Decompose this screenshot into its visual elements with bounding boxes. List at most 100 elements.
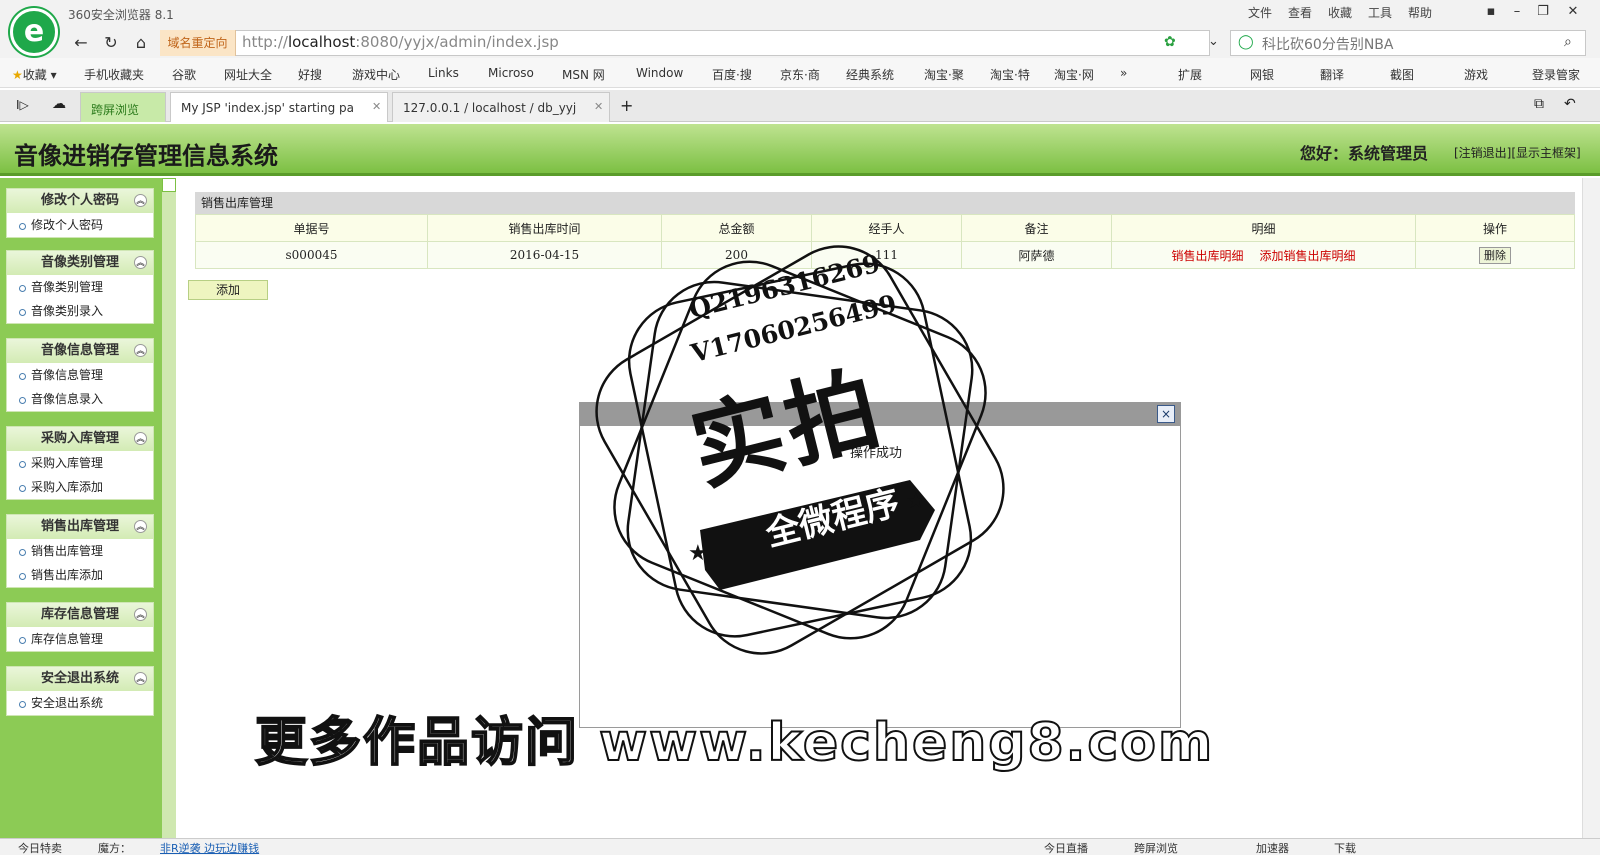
- show-frame-link[interactable]: [显示主框架]: [1511, 146, 1580, 160]
- detail-link[interactable]: 销售出库明细: [1171, 249, 1243, 263]
- sidebar-group-header[interactable]: 销售出库管理 ︽: [7, 515, 153, 539]
- tab-phpmyadmin[interactable]: 127.0.0.1 / localhost / db_yyj: [392, 92, 610, 122]
- bank-button[interactable]: 网银: [1250, 66, 1274, 83]
- search-icon[interactable]: ⌕: [1564, 34, 1572, 50]
- bookmark-1[interactable]: 手机收藏夹: [84, 66, 144, 83]
- redirect-badge[interactable]: 域名重定向: [160, 30, 236, 56]
- tab-close-icon[interactable]: ✕: [594, 100, 603, 113]
- collapse-icon[interactable]: ︽: [134, 256, 147, 269]
- menu-tools[interactable]: 工具: [1368, 4, 1392, 21]
- menu-favorites[interactable]: 收藏: [1328, 4, 1352, 21]
- sidebar-item[interactable]: 采购入库添加: [7, 475, 153, 499]
- translate-button[interactable]: 翻译: [1320, 66, 1344, 83]
- url-text[interactable]: http://localhost:8080/yyjx/admin/index.j…: [242, 33, 559, 51]
- group-title: 采购入库管理: [40, 431, 119, 446]
- undo-close-icon[interactable]: ↶: [1564, 96, 1576, 112]
- sidebar-item[interactable]: 采购入库管理: [7, 451, 153, 475]
- search-engine-icon[interactable]: ◯: [1238, 34, 1254, 50]
- status-accelerator[interactable]: 加速器: [1256, 840, 1289, 856]
- collapse-icon[interactable]: ︽: [134, 432, 147, 445]
- new-tab-icon[interactable]: +: [620, 96, 633, 115]
- status-daily-deal[interactable]: 今日特卖: [18, 840, 62, 856]
- status-download[interactable]: 下载: [1334, 840, 1356, 856]
- bookmark-star[interactable]: ★收藏 ▾: [12, 66, 57, 83]
- sidebar-item[interactable]: 销售出库管理: [7, 539, 153, 563]
- tab-jsp-index[interactable]: My JSP 'index.jsp' starting pa: [170, 92, 388, 122]
- sidebar-item[interactable]: 音像类别录入: [7, 299, 153, 323]
- sidebar-group-header[interactable]: 采购入库管理 ︽: [7, 427, 153, 451]
- bookmark-9[interactable]: Window: [636, 66, 683, 80]
- menu-view[interactable]: 查看: [1288, 4, 1312, 21]
- bookmark-6[interactable]: Links: [428, 66, 459, 80]
- frame-splitter[interactable]: [162, 178, 176, 838]
- sidebar-group-exit: 安全退出系统 ︽ 安全退出系统: [6, 666, 154, 716]
- logout-link[interactable]: [注销退出]: [1454, 146, 1511, 160]
- bookmark-5[interactable]: 游戏中心: [352, 66, 400, 83]
- bookmark-14[interactable]: 淘宝·特: [990, 66, 1030, 83]
- bookmark-8[interactable]: MSN 网: [562, 66, 605, 83]
- bookmark-13[interactable]: 淘宝·聚: [924, 66, 964, 83]
- status-magic-cube[interactable]: 魔方：: [98, 840, 131, 856]
- sidebar-item[interactable]: 音像信息录入: [7, 387, 153, 411]
- star-icon: ★: [12, 68, 23, 82]
- dialog-close-icon[interactable]: ×: [1157, 405, 1175, 423]
- sidebar-item[interactable]: 音像类别管理: [7, 275, 153, 299]
- status-ad-link[interactable]: 非R逆袭 边玩边赚钱: [160, 840, 259, 856]
- bookmark-12[interactable]: 经典系统: [846, 66, 894, 83]
- add-detail-link[interactable]: 添加销售出库明细: [1260, 249, 1356, 263]
- extension-button[interactable]: 扩展: [1178, 66, 1202, 83]
- screenshot-button[interactable]: 截图: [1390, 66, 1414, 83]
- sidebar-group-header[interactable]: 音像信息管理 ︽: [7, 339, 153, 363]
- sidebar-item[interactable]: 库存信息管理: [7, 627, 153, 651]
- sidebar-group-header[interactable]: 修改个人密码 ︽: [7, 189, 153, 213]
- status-cross-screen[interactable]: 跨屏浏览: [1134, 840, 1178, 856]
- col-date: 销售出库时间: [427, 214, 662, 242]
- splitter-handle[interactable]: [162, 178, 176, 192]
- sidebar-group-header[interactable]: 安全退出系统 ︽: [7, 667, 153, 691]
- collapse-icon[interactable]: ︽: [134, 194, 147, 207]
- skin-icon[interactable]: ▪: [1478, 2, 1504, 22]
- maximize-icon[interactable]: ❐: [1530, 2, 1556, 22]
- menu-file[interactable]: 文件: [1248, 4, 1272, 21]
- add-button[interactable]: 添加: [188, 280, 268, 300]
- minimize-icon[interactable]: –: [1504, 2, 1530, 22]
- sidebar-group-header[interactable]: 音像类别管理 ︽: [7, 251, 153, 275]
- tab-close-icon[interactable]: ✕: [372, 100, 381, 113]
- refresh-icon[interactable]: ↻: [98, 32, 124, 54]
- cloud-icon[interactable]: ☁: [52, 96, 66, 112]
- bookmark-10[interactable]: 百度·搜: [712, 66, 752, 83]
- more-bookmarks-icon[interactable]: »: [1120, 66, 1127, 80]
- bookmark-7[interactable]: Microso: [488, 66, 534, 80]
- close-window-icon[interactable]: ✕: [1560, 2, 1586, 22]
- login-manager-button[interactable]: 登录管家: [1532, 66, 1580, 83]
- sidebar-toggle-icon[interactable]: I▷: [16, 98, 29, 112]
- back-icon[interactable]: ←: [68, 32, 94, 54]
- restore-tab-icon[interactable]: ⧉: [1534, 96, 1544, 112]
- chevron-down-icon[interactable]: ⌄: [1208, 34, 1219, 49]
- bookmark-3[interactable]: 网址大全: [224, 66, 272, 83]
- scrollbar[interactable]: [1582, 178, 1600, 838]
- search-text[interactable]: 科比砍60分告别NBA: [1262, 34, 1393, 54]
- bookmark-15[interactable]: 淘宝·网: [1054, 66, 1094, 83]
- collapse-icon[interactable]: ︽: [134, 520, 147, 533]
- sidebar-item[interactable]: 音像信息管理: [7, 363, 153, 387]
- collapse-icon[interactable]: ︽: [134, 344, 147, 357]
- menu-help[interactable]: 帮助: [1408, 4, 1432, 21]
- delete-button[interactable]: 删除: [1479, 247, 1511, 264]
- bookmark-4[interactable]: 好搜: [298, 66, 322, 83]
- home-icon[interactable]: ⌂: [128, 32, 154, 54]
- bookmark-11[interactable]: 京东·商: [780, 66, 820, 83]
- sidebar-group-header[interactable]: 库存信息管理 ︽: [7, 603, 153, 627]
- status-live[interactable]: 今日直播: [1044, 840, 1088, 856]
- collapse-icon[interactable]: ︽: [134, 608, 147, 621]
- sidebar-item[interactable]: 修改个人密码: [7, 213, 153, 237]
- sidebar-item[interactable]: 销售出库添加: [7, 563, 153, 587]
- collapse-icon[interactable]: ︽: [134, 672, 147, 685]
- col-handler: 经手人: [811, 214, 962, 242]
- bookmark-2[interactable]: 谷歌: [172, 66, 196, 83]
- games-button[interactable]: 游戏: [1464, 66, 1488, 83]
- cell-detail: 销售出库明细 添加销售出库明细: [1111, 241, 1416, 269]
- tab-cross-screen[interactable]: 跨屏浏览: [80, 92, 166, 122]
- sidebar-item[interactable]: 安全退出系统: [7, 691, 153, 715]
- security-icon[interactable]: ✿: [1164, 34, 1176, 50]
